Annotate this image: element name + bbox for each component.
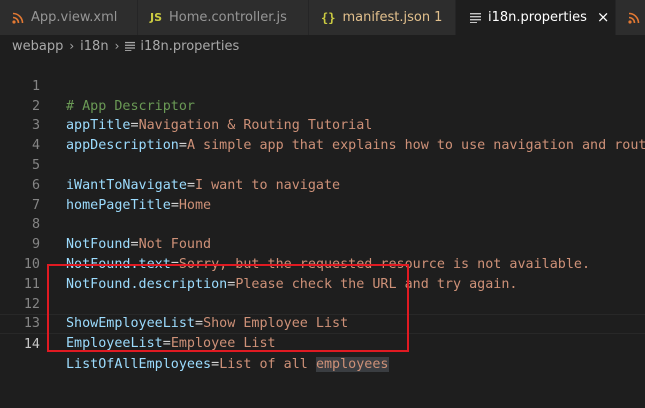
selected-text: employees <box>315 356 389 372</box>
code-line: 9 NotFound.text=Sorry, but the requested… <box>0 215 645 272</box>
line-number: 14 <box>23 337 40 353</box>
code-line: 2 appTitle=Navigation & Routing Tutorial <box>0 77 645 134</box>
property-value: List of all <box>219 356 316 372</box>
chevron-right-icon: › <box>69 39 75 53</box>
properties-lines-icon <box>125 41 136 51</box>
close-icon[interactable]: × <box>597 10 610 25</box>
property-key: ListOfAllEmployees <box>66 356 212 372</box>
code-line-current: 14 ListOfAllEmployees=List of all employ… <box>0 314 645 372</box>
equals-sign: = <box>162 336 171 352</box>
json-braces-icon: {} <box>321 11 335 25</box>
breadcrumb-item-webapp[interactable]: webapp <box>12 39 63 54</box>
code-line: 12 ShowEmployeeList=Show Employee List <box>0 275 645 332</box>
property-value: Employee List <box>170 336 276 352</box>
code-line: 13 EmployeeList=Employee List <box>0 295 645 351</box>
json-icon-text: {} <box>321 10 336 25</box>
code-line: 6 homePageTitle=Home <box>0 156 645 213</box>
breadcrumb: webapp › i18n › i18n.properties <box>0 35 645 57</box>
tab-label: manifest.json <box>342 10 431 25</box>
tab-overflow[interactable] <box>616 0 645 35</box>
tab-label: i18n.properties <box>488 10 587 25</box>
tab-i18n-properties[interactable]: i18n.properties × <box>456 0 616 35</box>
code-line: 5 iWantToNavigate=I want to navigate <box>0 136 645 193</box>
js-icon: JS <box>150 11 162 24</box>
code-line: 11 <box>0 255 645 292</box>
breadcrumb-item-file[interactable]: i18n.properties <box>140 39 239 54</box>
code-editor[interactable]: 1 # App Descriptor 2 appTitle=Navigation… <box>0 57 645 408</box>
code-line: 1 # App Descriptor <box>0 57 645 114</box>
js-icon-text: JS <box>150 11 163 24</box>
editor-tab-bar: App.view.xml JS Home.controller.js {} ma… <box>0 0 645 35</box>
chevron-right-icon: › <box>114 39 120 53</box>
code-line: 8 NotFound=Not Found <box>0 196 645 252</box>
tab-label: App.view.xml <box>31 10 118 25</box>
tab-app-view-xml[interactable]: App.view.xml <box>0 0 138 35</box>
tab-manifest-json[interactable]: {} manifest.json 1 <box>309 0 456 35</box>
xml-rss-icon <box>12 12 24 24</box>
code-line: 10 NotFound.description=Please check the… <box>0 235 645 292</box>
problem-count-badge: 1 <box>434 10 443 25</box>
code-line: 4 <box>0 116 645 153</box>
code-line: 3 appDescription=A simple app that expla… <box>0 97 645 153</box>
xml-rss-icon <box>628 12 640 24</box>
code-line: 7 <box>0 176 645 213</box>
equals-sign: = <box>211 356 220 372</box>
breadcrumb-item-i18n[interactable]: i18n <box>80 39 108 54</box>
tab-home-controller-js[interactable]: JS Home.controller.js <box>138 0 309 35</box>
properties-lines-icon <box>470 12 481 23</box>
property-key: EmployeeList <box>66 336 163 352</box>
tab-label: Home.controller.js <box>169 10 287 25</box>
